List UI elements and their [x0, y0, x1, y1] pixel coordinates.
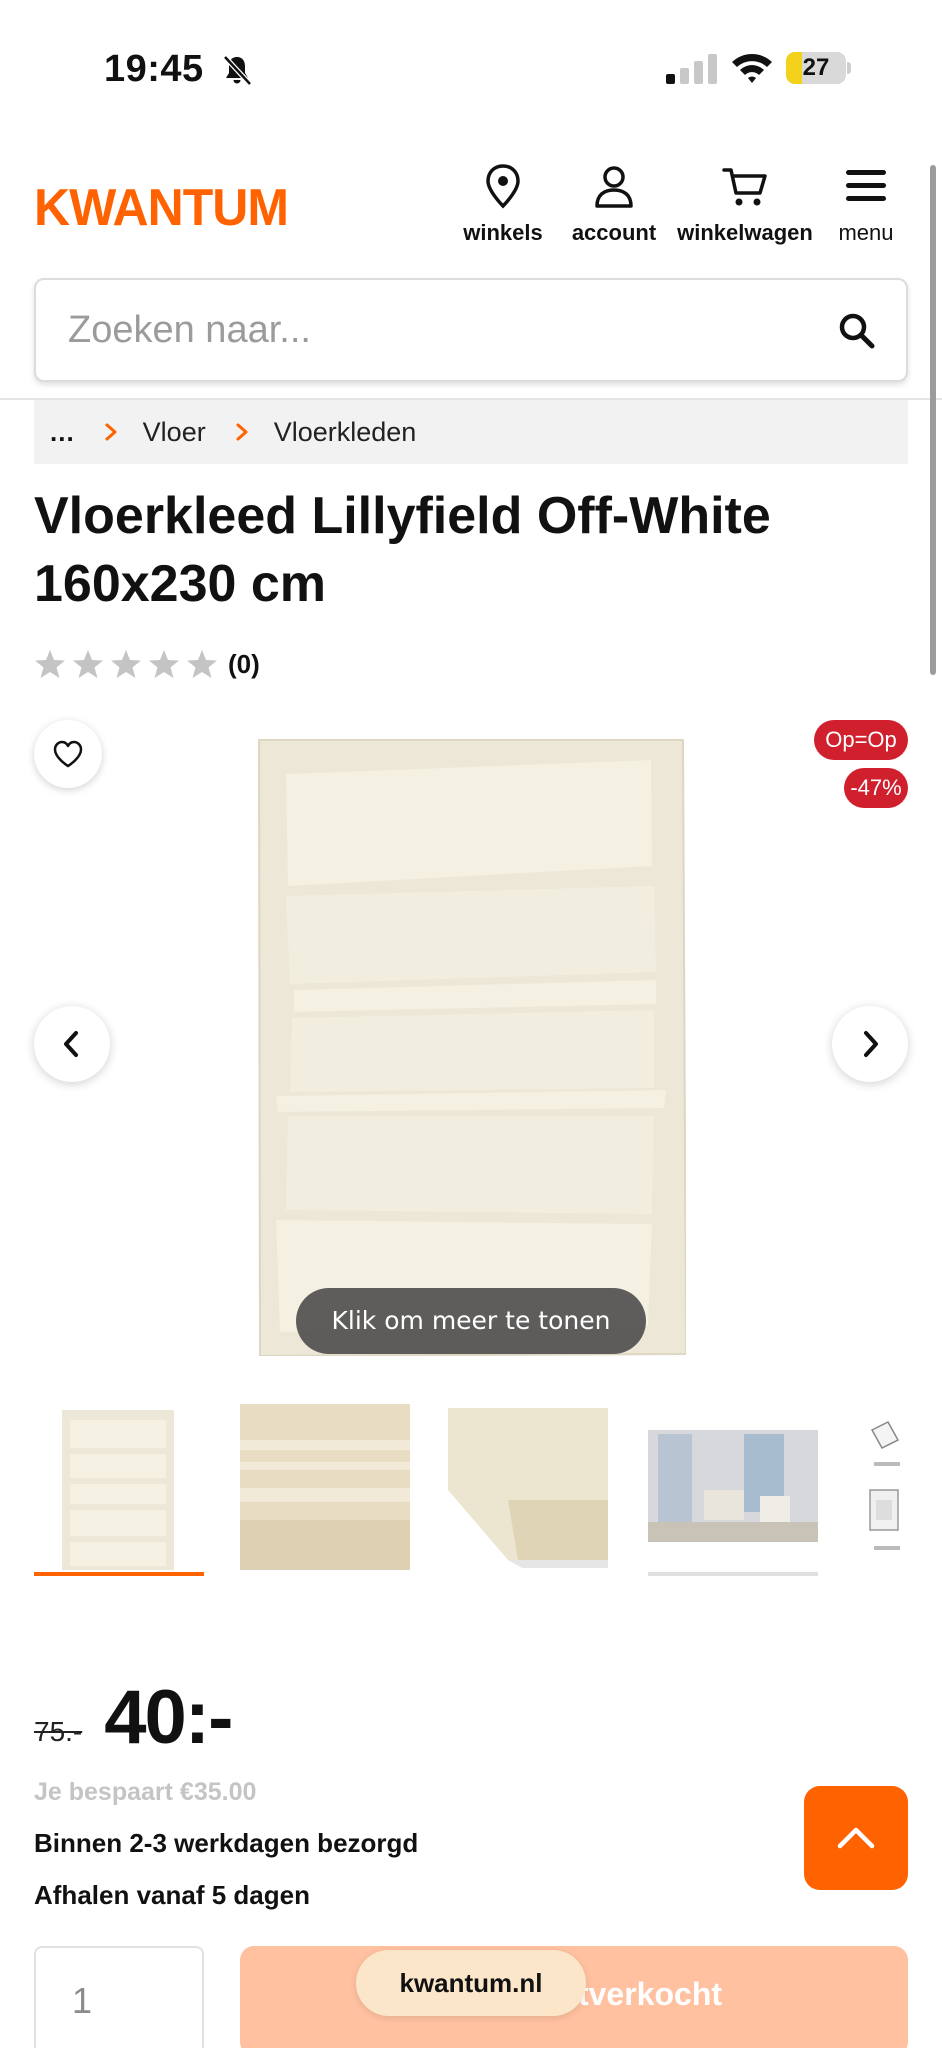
favorite-button[interactable]	[34, 720, 102, 788]
rating-count: (0)	[228, 648, 260, 679]
gallery-prev-button[interactable]	[34, 1006, 110, 1082]
product-title: Vloerkleed Lillyfield Off-White 160x230 …	[34, 487, 771, 613]
thumbnail-image	[62, 1410, 174, 1572]
thumbnail-image	[448, 1408, 608, 1570]
chevron-up-icon	[837, 1827, 875, 1849]
pickup-info: Afhalen vanaf 5 dagen	[34, 1880, 310, 1910]
thumbnail-1[interactable]	[34, 1400, 204, 1576]
logo-text: KWANTUM	[34, 179, 288, 232]
battery-indicator: 27	[786, 52, 852, 84]
thumbnail-active-indicator	[34, 1572, 204, 1576]
thumbnail-2[interactable]	[240, 1400, 410, 1576]
wifi-icon	[732, 54, 772, 83]
nav-menu-label: menu	[838, 220, 894, 245]
search-bar	[34, 278, 908, 382]
nav-cart-label: winkelwagen	[677, 220, 813, 245]
chevron-right-icon	[236, 423, 248, 441]
star-icon	[111, 650, 141, 678]
heart-icon	[53, 740, 83, 768]
nav-cart[interactable]: winkelwagen	[668, 162, 822, 246]
battery-percentage: 27	[802, 54, 830, 81]
nav-menu[interactable]: menu	[826, 162, 906, 246]
nav-stores-label: winkels	[463, 220, 543, 245]
delivery-info: Binnen 2-3 werkdagen bezorgd	[34, 1828, 419, 1858]
nav-stores[interactable]: winkels	[458, 162, 548, 246]
nav-account[interactable]: account	[556, 162, 672, 246]
status-time: 19:45	[104, 48, 204, 90]
browser-url-pill[interactable]: kwantum.nl	[356, 1950, 586, 2016]
cellular-signal-icon	[666, 54, 717, 84]
product-gallery[interactable]: Op=Op -47% Klik om meer te tonen	[0, 718, 942, 1358]
quantity-field[interactable]: 1	[34, 1946, 204, 2048]
star-icon	[35, 650, 65, 678]
current-price: 40:-	[104, 1675, 233, 1760]
breadcrumb: ... Vloer Vloerkleden	[34, 400, 908, 464]
op-op-badge: Op=Op	[814, 720, 908, 760]
thumbnail-indicator	[648, 1572, 818, 1576]
nav-account-label: account	[571, 220, 657, 245]
kwantum-logo[interactable]: KWANTUM	[34, 178, 290, 232]
battery-tip	[847, 62, 851, 74]
scrollbar[interactable]	[930, 165, 936, 675]
site-header: KWANTUM winkels account winkelwagen menu	[0, 140, 942, 260]
breadcrumb-vloer[interactable]: Vloer	[143, 417, 206, 448]
price-block: 75.- 40:-	[34, 1675, 233, 1760]
search-icon[interactable]	[838, 312, 876, 350]
battery-body: 27	[786, 52, 846, 84]
product-image-rug[interactable]	[256, 736, 686, 1356]
breadcrumb-ellipsis[interactable]: ...	[50, 417, 75, 448]
chevron-right-icon	[105, 423, 117, 441]
shopping-cart-icon	[722, 168, 767, 206]
thumbnail-5[interactable]	[866, 1400, 908, 1576]
star-icon	[187, 650, 217, 678]
star-icon	[73, 650, 103, 678]
thumbnail-strip	[0, 1400, 942, 1600]
breadcrumb-vloerkleden[interactable]: Vloerkleden	[274, 417, 417, 448]
old-price: 75.-	[34, 1716, 83, 1747]
star-icon	[149, 650, 179, 678]
savings-text: Je bespaart €35.00	[34, 1778, 257, 1806]
gallery-next-button[interactable]	[832, 1006, 908, 1082]
thumbnail-image	[869, 1421, 900, 1550]
bell-muted-icon	[223, 55, 252, 86]
thumbnail-image	[240, 1404, 410, 1576]
thumbnail-image	[648, 1430, 818, 1542]
show-more-button[interactable]: Klik om meer te tonen	[296, 1288, 646, 1354]
scroll-to-top-button[interactable]	[804, 1786, 908, 1890]
chevron-right-icon	[864, 1031, 878, 1057]
status-bar: 19:45 27	[0, 0, 942, 140]
hamburger-menu-icon	[846, 170, 886, 201]
location-pin-icon	[486, 164, 520, 209]
chevron-left-icon	[64, 1031, 78, 1057]
search-input[interactable]	[68, 302, 808, 358]
thumbnail-4[interactable]	[648, 1400, 818, 1576]
product-rating[interactable]: (0)	[34, 648, 260, 680]
thumbnail-3[interactable]	[448, 1400, 618, 1576]
discount-badge: -47%	[844, 768, 908, 808]
user-icon	[595, 166, 633, 208]
